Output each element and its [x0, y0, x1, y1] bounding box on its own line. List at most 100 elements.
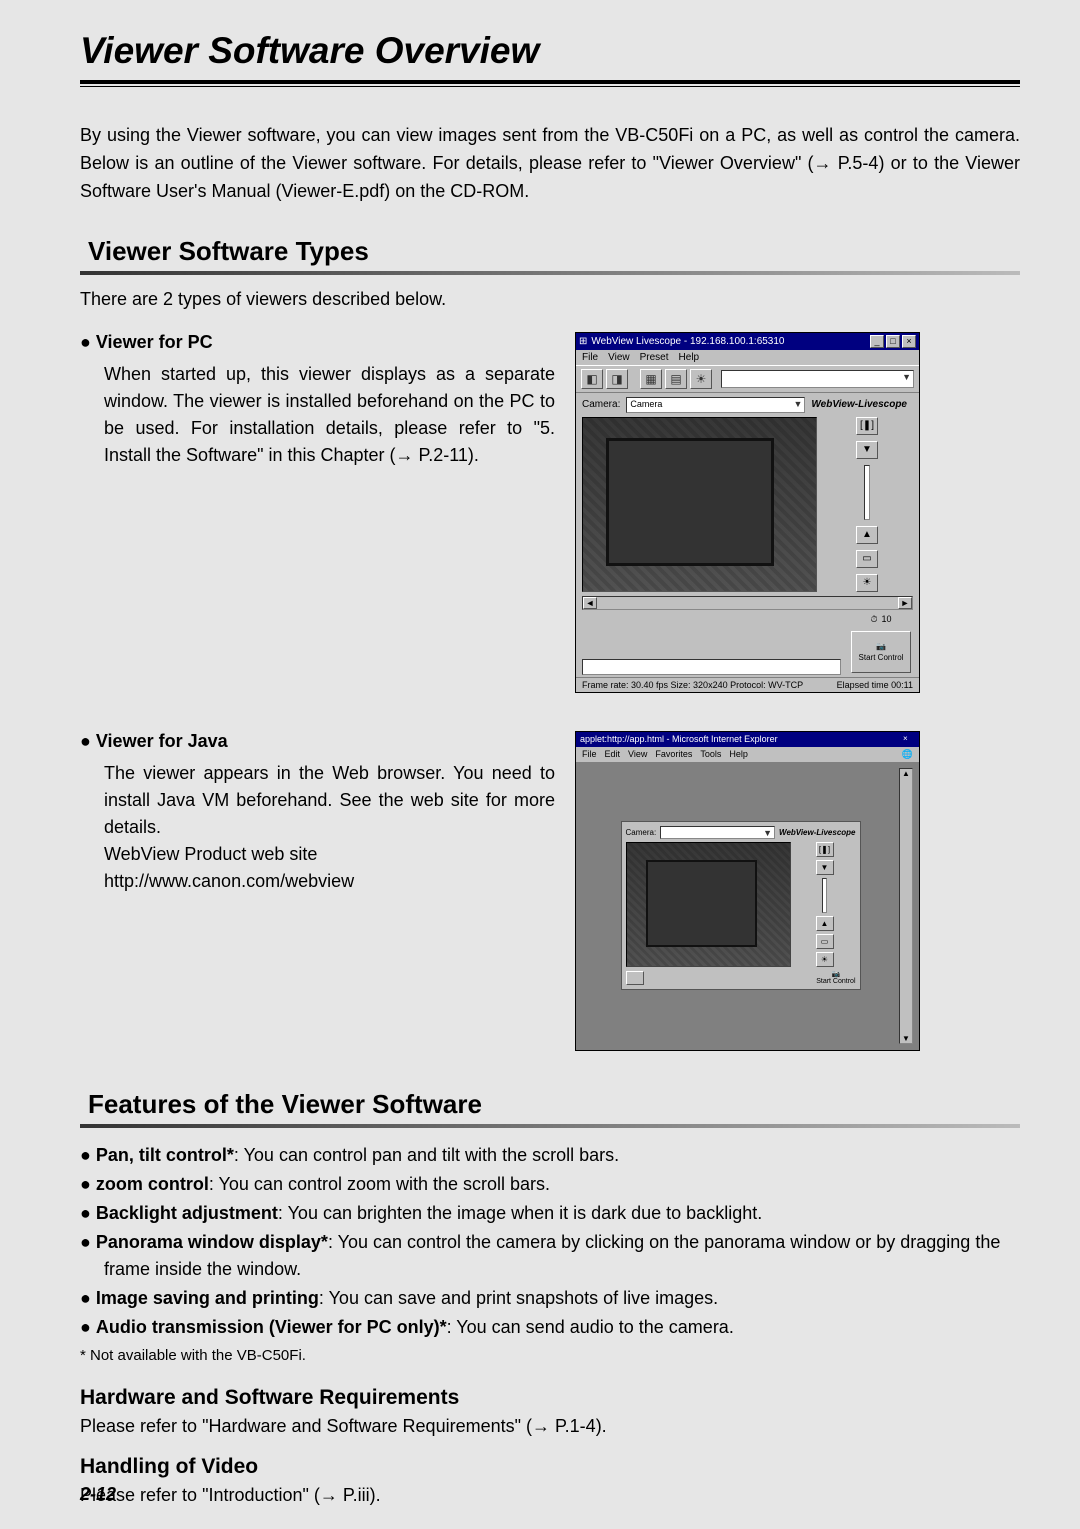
- viewer-java-head: Viewer for Java: [80, 731, 555, 752]
- feature-item: ● Pan, tilt control*: You can control pa…: [80, 1142, 1020, 1169]
- applet-zoom-out[interactable]: [❚]: [816, 842, 834, 857]
- pc-progress-bar: [582, 659, 841, 675]
- browser-titlebar: applet:http://app.html - Microsoft Inter…: [576, 732, 919, 747]
- pc-video-area: [❚] ▼ ▲ ▭ ☀: [576, 417, 919, 596]
- applet-body: [❚] ▼ ▲ ▭ ☀: [626, 842, 856, 967]
- zoom-out-button[interactable]: [❚]: [856, 417, 878, 435]
- maximize-button[interactable]: □: [886, 335, 900, 348]
- tool-button-4[interactable]: ▤: [665, 369, 687, 389]
- feature-item: ● Audio transmission (Viewer for PC only…: [80, 1314, 1020, 1341]
- timer-icon: ⏱: [870, 614, 877, 625]
- tool-button-3[interactable]: ▦: [640, 369, 662, 389]
- types-intro: There are 2 types of viewers described b…: [80, 289, 1020, 310]
- browser-window: applet:http://app.html - Microsoft Inter…: [575, 731, 920, 1051]
- ie-logo-icon: 🌐: [902, 749, 913, 760]
- applet-pano[interactable]: ▭: [816, 934, 834, 949]
- viewer-java-screenshot: applet:http://app.html - Microsoft Inter…: [575, 731, 1020, 1051]
- backlight-button[interactable]: ☀: [856, 574, 878, 592]
- applet-video-display: [626, 842, 791, 967]
- applet-bottom: 📷 Start Control: [626, 970, 856, 985]
- tool-button-2[interactable]: ◨: [606, 369, 628, 389]
- browser-scrollbar[interactable]: [899, 768, 913, 1044]
- applet-slider[interactable]: [822, 878, 827, 913]
- intro-paragraph: By using the Viewer software, you can vi…: [80, 122, 1020, 206]
- bmenu-fav[interactable]: Favorites: [655, 749, 692, 760]
- browser-menubar: File Edit View Favorites Tools Help 🌐: [576, 747, 919, 762]
- scroll-up-button[interactable]: ▲: [856, 526, 878, 544]
- timer-value: 10: [882, 614, 892, 625]
- status-left: Frame rate: 30.40 fps Size: 320x240 Prot…: [582, 680, 803, 690]
- viewer-java-text: Viewer for Java The viewer appears in th…: [80, 731, 555, 895]
- section-features-header: Features of the Viewer Software: [80, 1089, 1020, 1120]
- java-applet: Camera: WebView-Livescope [❚] ▼ ▲: [621, 821, 861, 990]
- menu-help[interactable]: Help: [679, 352, 700, 363]
- pc-toolbar: ◧ ◨ ▦ ▤ ☀: [576, 365, 919, 393]
- viewer-pc-text: Viewer for PC When started up, this view…: [80, 332, 555, 469]
- close-button[interactable]: ×: [902, 335, 916, 348]
- pc-hscroll[interactable]: ◄ ►: [582, 596, 913, 610]
- feature-item: ● Image saving and printing: You can sav…: [80, 1285, 1020, 1312]
- menu-view[interactable]: View: [608, 352, 630, 363]
- pc-titlebar: ⊞ WebView Livescope - 192.168.100.1:6531…: [576, 333, 919, 350]
- applet-side-controls: [❚] ▼ ▲ ▭ ☀: [794, 842, 856, 967]
- feature-item: ● Backlight adjustment: You can brighten…: [80, 1200, 1020, 1227]
- hscroll-right[interactable]: ►: [898, 597, 912, 609]
- zoom-slider[interactable]: [864, 465, 870, 520]
- viewer-java-site-url: http://www.canon.com/webview: [104, 868, 555, 895]
- browser-title-text: applet:http://app.html - Microsoft Inter…: [580, 734, 903, 745]
- viewer-java-block: Viewer for Java The viewer appears in th…: [80, 731, 1020, 1051]
- start-control-label: Start Control: [859, 653, 904, 662]
- sub-hw-body: Please refer to "Hardware and Software R…: [80, 1416, 1020, 1437]
- pc-side-controls: [❚] ▼ ▲ ▭ ☀: [821, 417, 913, 592]
- viewer-pc-block: Viewer for PC When started up, this view…: [80, 332, 1020, 693]
- browser-content: Camera: WebView-Livescope [❚] ▼ ▲: [582, 768, 899, 1044]
- pc-app-title: WebView Livescope - 192.168.100.1:65310: [587, 336, 868, 347]
- pc-statusbar: Frame rate: 30.40 fps Size: 320x240 Prot…: [576, 677, 919, 692]
- camera-icon: 📷: [876, 642, 886, 651]
- feature-item: ● Panorama window display*: You can cont…: [80, 1229, 1020, 1283]
- applet-camera-label: Camera:: [626, 828, 657, 837]
- feature-item: ● zoom control: You can control zoom wit…: [80, 1171, 1020, 1198]
- page-title: Viewer Software Overview: [80, 30, 1020, 72]
- menu-file[interactable]: File: [582, 352, 598, 363]
- menu-preset[interactable]: Preset: [640, 352, 669, 363]
- title-rule-thin: [80, 86, 1020, 87]
- bmenu-help[interactable]: Help: [729, 749, 748, 760]
- bmenu-tools[interactable]: Tools: [700, 749, 721, 760]
- viewer-pc-body: When started up, this viewer displays as…: [104, 361, 555, 469]
- panorama-button[interactable]: ▭: [856, 550, 878, 568]
- applet-camera-row: Camera: WebView-Livescope: [626, 826, 856, 839]
- bmenu-file[interactable]: File: [582, 749, 597, 760]
- browser-body: Camera: WebView-Livescope [❚] ▼ ▲: [576, 762, 919, 1050]
- title-rule-thick: [80, 80, 1020, 84]
- section-types-wrap: Viewer Software Types: [80, 236, 1020, 275]
- toolbar-combo[interactable]: [721, 370, 914, 388]
- applet-down[interactable]: ▼: [816, 860, 834, 875]
- page-number: 2-12: [80, 1484, 116, 1505]
- sub-video-head: Handling of Video: [80, 1455, 1020, 1479]
- pc-menubar: File View Preset Help: [576, 350, 919, 365]
- applet-btn-bottom[interactable]: [626, 971, 644, 985]
- minimize-button[interactable]: _: [870, 335, 884, 348]
- applet-up[interactable]: ▲: [816, 916, 834, 931]
- scroll-down-button[interactable]: ▼: [856, 441, 878, 459]
- tool-button-5[interactable]: ☀: [690, 369, 712, 389]
- applet-start-label[interactable]: Start Control: [816, 978, 855, 985]
- bmenu-edit[interactable]: Edit: [605, 749, 621, 760]
- applet-brand: WebView-Livescope: [779, 828, 855, 837]
- bmenu-view[interactable]: View: [628, 749, 647, 760]
- features-footnote: * Not available with the VB-C50Fi.: [80, 1347, 1020, 1364]
- viewer-pc-head: Viewer for PC: [80, 332, 555, 353]
- hscroll-left[interactable]: ◄: [583, 597, 597, 609]
- applet-bl[interactable]: ☀: [816, 952, 834, 967]
- viewer-java-site-label: WebView Product web site: [104, 841, 555, 868]
- camera-select[interactable]: Camera: [626, 397, 805, 413]
- tool-button-1[interactable]: ◧: [581, 369, 603, 389]
- start-control-button[interactable]: 📷 Start Control: [851, 631, 911, 673]
- applet-camera-select[interactable]: [660, 826, 775, 839]
- browser-close-button[interactable]: ×: [903, 734, 915, 745]
- status-right: Elapsed time 00:11: [837, 680, 913, 690]
- applet-camera-icon: 📷: [831, 970, 840, 978]
- pc-app-window: ⊞ WebView Livescope - 192.168.100.1:6531…: [575, 332, 920, 693]
- sub-hw-head: Hardware and Software Requirements: [80, 1386, 1020, 1410]
